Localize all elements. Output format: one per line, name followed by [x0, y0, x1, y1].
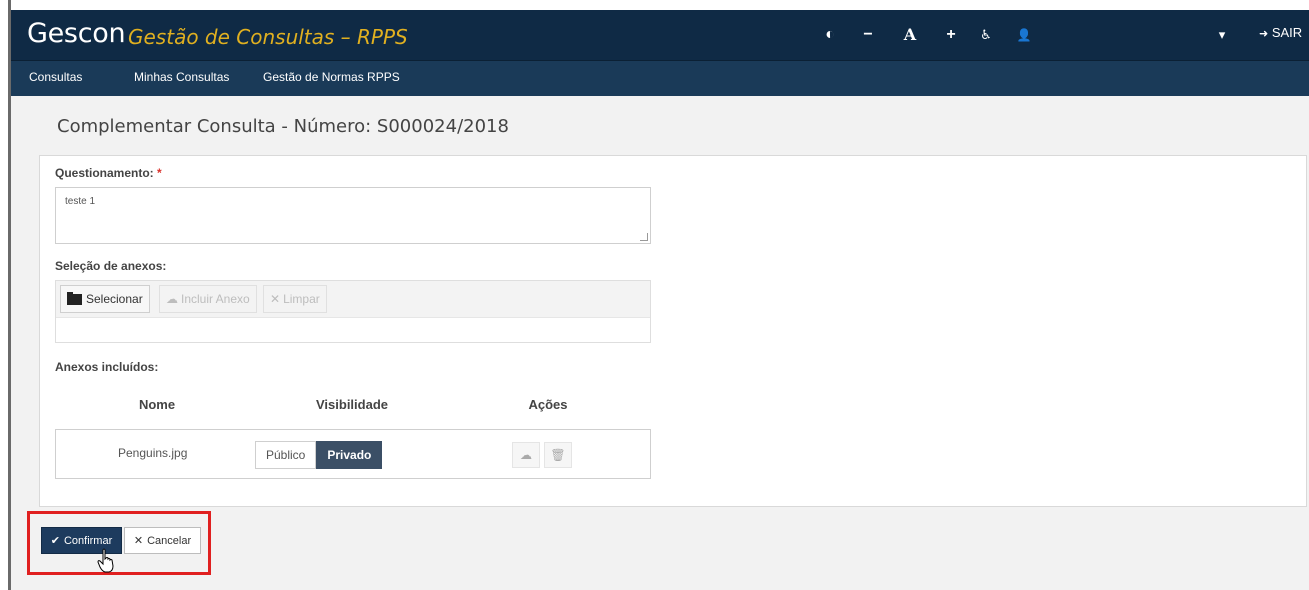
x-icon: ✕: [133, 535, 144, 547]
form-panel: Questionamento: * teste 1 Seleção de ane…: [39, 155, 1307, 507]
font-increase-icon[interactable]: +: [940, 25, 962, 45]
user-icon[interactable]: 👤: [1013, 25, 1035, 45]
folder-icon: [67, 291, 82, 305]
questionamento-textarea[interactable]: teste 1: [55, 187, 651, 244]
font-decrease-icon[interactable]: −: [857, 25, 879, 45]
nav-item-minhas-consultas[interactable]: Minhas Consultas: [134, 70, 229, 84]
delete-attachment-button[interactable]: 🗑: [544, 442, 572, 468]
top-header: Gescon Gestão de Consultas – RPPS ◐ − A …: [11, 10, 1309, 60]
visibility-private-button[interactable]: Privado: [316, 441, 383, 469]
col-header-nome: Nome: [138, 397, 176, 412]
download-attachment-button[interactable]: ☁: [512, 442, 540, 468]
questionamento-label: Questionamento: *: [55, 166, 162, 180]
included-attachments-label: Anexos incluídos:: [55, 360, 159, 374]
col-header-visibilidade: Visibilidade: [315, 397, 388, 412]
contrast-icon[interactable]: ◐: [819, 25, 841, 45]
confirm-label: Confirmar: [63, 534, 113, 547]
cloud-download-icon: ☁: [520, 448, 532, 462]
hand-cursor-icon: [97, 548, 114, 573]
app-brand[interactable]: Gescon: [27, 18, 126, 49]
clear-label: Limpar: [283, 292, 320, 306]
logout-button[interactable]: ➜ SAIR: [1259, 25, 1302, 40]
font-reset-icon[interactable]: A: [899, 25, 921, 45]
attachment-name: Penguins.jpg: [118, 446, 188, 460]
user-menu-caret-icon[interactable]: ▾: [1211, 25, 1233, 45]
accessibility-icon[interactable]: ♿: [975, 25, 997, 45]
cancel-button[interactable]: ✕ Cancelar: [124, 527, 201, 554]
cancel-label: Cancelar: [147, 534, 192, 547]
required-marker: *: [157, 166, 162, 180]
logout-label: SAIR: [1271, 25, 1303, 40]
resize-handle-icon[interactable]: [640, 233, 648, 241]
check-icon: ✔: [50, 535, 60, 547]
logout-icon: ➜: [1259, 28, 1269, 40]
page-title: Complementar Consulta - Número: S000024/…: [57, 116, 509, 137]
table-row: Penguins.jpg Público Privado ☁ 🗑: [55, 429, 651, 479]
questionamento-label-text: Questionamento:: [55, 166, 154, 180]
clear-x-icon: ✕: [270, 292, 281, 306]
include-attachment-label: Incluir Anexo: [181, 292, 250, 306]
nav-item-gestao-normas[interactable]: Gestão de Normas RPPS: [263, 70, 400, 84]
include-attachment-button[interactable]: ☁ Incluir Anexo: [159, 285, 257, 313]
select-files-button[interactable]: Selecionar: [60, 285, 150, 313]
main-nav: Consultas Minhas Consultas Gestão de Nor…: [11, 60, 1309, 96]
anexos-label: Seleção de anexos:: [55, 259, 167, 273]
select-files-label: Selecionar: [86, 292, 143, 306]
app-subtitle: Gestão de Consultas – RPPS: [128, 25, 408, 49]
trash-icon: 🗑: [550, 448, 566, 462]
col-header-acoes: Ações: [528, 397, 568, 412]
nav-item-consultas[interactable]: Consultas: [29, 70, 82, 84]
visibility-public-button[interactable]: Público: [255, 441, 317, 469]
cloud-upload-icon: ☁: [166, 292, 178, 306]
file-upload-toolbar: Selecionar ☁ Incluir Anexo ✕ Limpar: [56, 281, 650, 318]
questionamento-value: teste 1: [65, 196, 96, 207]
app-window: Gescon Gestão de Consultas – RPPS ◐ − A …: [0, 0, 1309, 590]
visibility-toggle: Público Privado: [255, 441, 383, 469]
clear-button[interactable]: ✕ Limpar: [263, 285, 327, 313]
file-upload-widget: Selecionar ☁ Incluir Anexo ✕ Limpar: [55, 280, 651, 343]
